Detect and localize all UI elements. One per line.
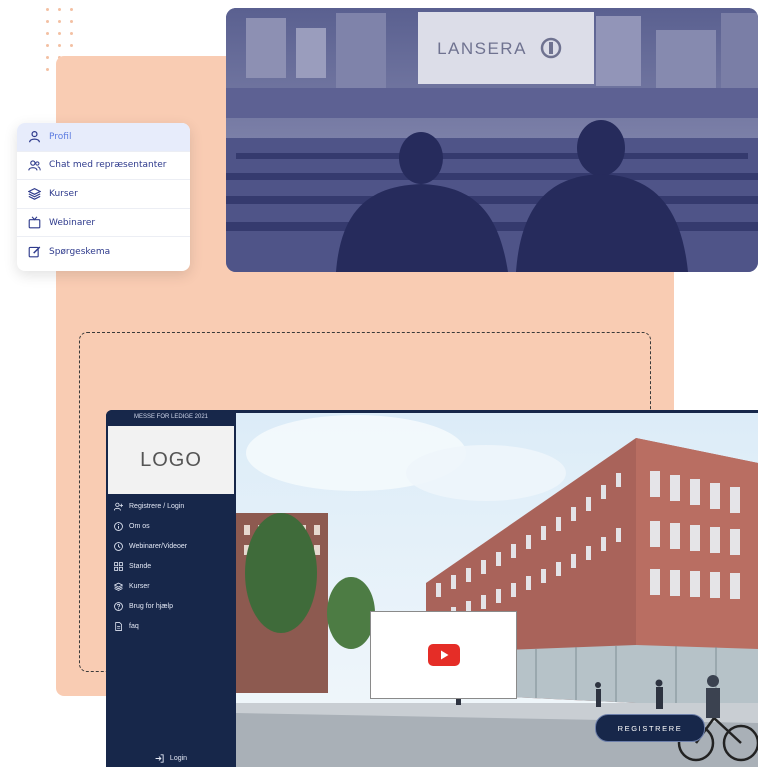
logo-text: LOGO (140, 448, 202, 471)
info-icon (114, 522, 123, 531)
sidebar-item-label: Webinarer/Videoer (129, 543, 188, 550)
menu-item-label: Profil (49, 131, 72, 142)
help-icon (114, 602, 123, 611)
layers-icon (28, 188, 41, 201)
sidebar-item-webinarer-videoer[interactable]: Webinarer/Videoer (114, 542, 187, 551)
logo: LOGO (108, 426, 234, 494)
menu-item-chat[interactable]: Chat med repræsentanter (17, 152, 190, 181)
tv-icon (28, 216, 41, 229)
menu-item-label: Chat med repræsentanter (49, 160, 167, 171)
user-plus-icon (114, 502, 123, 511)
sidebar-item-label: Brug for hjælp (129, 603, 173, 610)
register-button[interactable]: REGISTRERE (595, 714, 705, 742)
login-icon (155, 754, 164, 763)
sidebar-item-label: faq (129, 623, 139, 630)
app-sidebar: MESSE FOR LEDIGE 2021 LOGO Registrere / … (106, 410, 236, 767)
menu-item-profil[interactable]: Profil (17, 123, 190, 152)
sidebar-item-label: Om os (129, 523, 150, 530)
menu-item-webinarer[interactable]: Webinarer (17, 209, 190, 238)
sidebar-item-kurser[interactable]: Kurser (114, 582, 150, 591)
login-label: Login (169, 755, 188, 762)
sidebar-item-om-os[interactable]: Om os (114, 522, 150, 531)
conference-photo: LANSERA (226, 8, 758, 272)
menu-item-kurser[interactable]: Kurser (17, 180, 190, 209)
sidebar-item-brug-for-hjaelp[interactable]: Brug for hjælp (114, 602, 173, 611)
login-link[interactable]: Login (106, 754, 236, 763)
user-icon (29, 131, 40, 143)
layers-icon (114, 582, 123, 591)
sidebar-item-label: Kurser (129, 583, 150, 590)
app-title: MESSE FOR LEDIGE 2021 (133, 414, 209, 420)
youtube-play-icon[interactable] (427, 644, 460, 666)
file-icon (115, 622, 122, 631)
sidebar-item-stande[interactable]: Stande (114, 562, 151, 571)
sidebar-item-faq[interactable]: faq (114, 622, 139, 631)
sidebar-item-label: Stande (129, 563, 152, 570)
clock-icon (114, 542, 123, 551)
profile-menu: Profil Chat med repræsentanter Kurser We… (17, 123, 190, 271)
grid-icon (114, 562, 123, 571)
users-icon (28, 160, 41, 171)
video-player-card[interactable] (370, 611, 517, 699)
building-scene: REGISTRERE (236, 413, 758, 767)
menu-item-label: Webinarer (49, 217, 96, 228)
edit-icon (28, 246, 41, 258)
menu-item-label: Spørgeskema (49, 246, 111, 257)
menu-item-label: Kurser (49, 188, 78, 199)
sidebar-item-label: Registrere / Login (129, 503, 185, 510)
screen-text: LANSERA (437, 39, 527, 58)
menu-item-spoergeskema[interactable]: Spørgeskema (17, 237, 190, 266)
sidebar-item-registrere[interactable]: Registrere / Login (114, 502, 184, 511)
app-window: MESSE FOR LEDIGE 2021 LOGO Registrere / … (106, 410, 758, 767)
